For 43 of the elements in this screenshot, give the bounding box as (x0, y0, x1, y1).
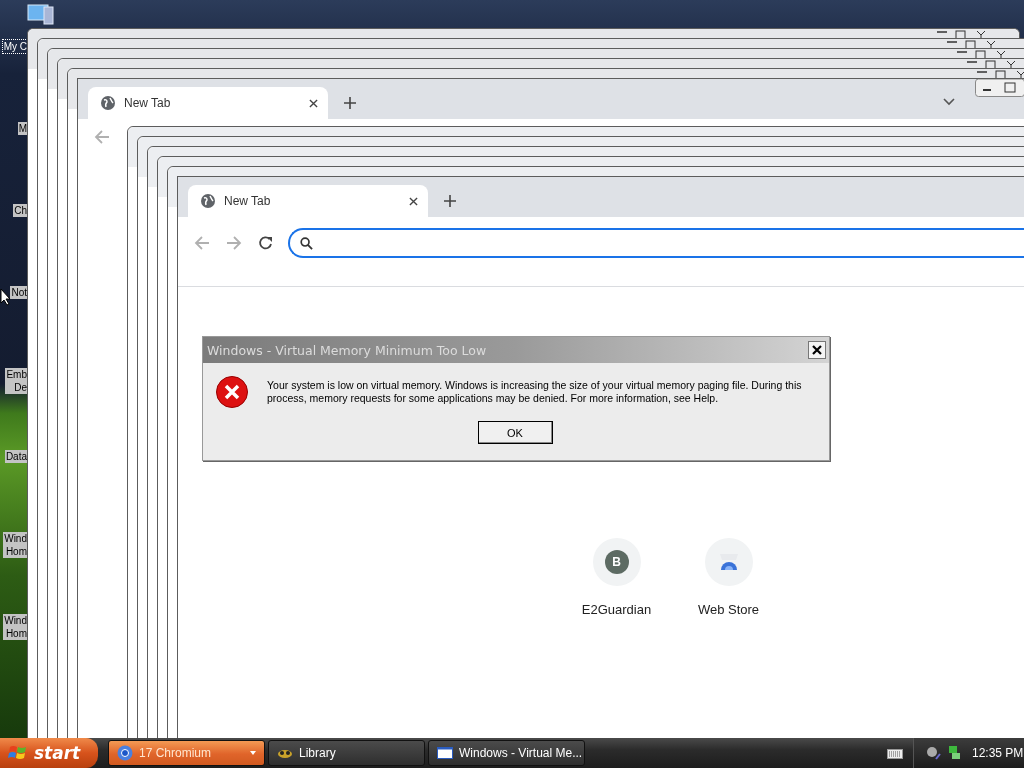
plus-icon[interactable] (344, 97, 356, 109)
network-icon[interactable] (946, 745, 962, 761)
browser-icon (117, 745, 133, 761)
taskbar-button[interactable]: Windows - Virtual Me... (428, 740, 585, 766)
close-icon[interactable] (409, 196, 418, 206)
clock[interactable]: 12:35 PM (972, 746, 1024, 760)
desktop-icon-label[interactable]: Wind Hom (3, 614, 27, 640)
cursor-icon (0, 288, 12, 306)
close-icon[interactable] (309, 98, 318, 108)
desktop-icon-label[interactable]: My C (2, 40, 27, 53)
tab-title: New Tab (224, 194, 272, 208)
close-icon[interactable] (808, 341, 826, 359)
address-field[interactable] (288, 228, 1024, 258)
error-icon (215, 375, 249, 409)
tab-title: New Tab (124, 96, 172, 110)
computer-icon[interactable] (24, 3, 56, 25)
dropdown-arrow-icon (250, 751, 256, 755)
desktop-icon-label[interactable]: M (17, 122, 27, 135)
globe-icon (100, 95, 116, 111)
shortcut-label[interactable]: E2Guardian (581, 602, 652, 617)
ok-button[interactable]: OK (477, 421, 553, 444)
globe-icon (200, 193, 216, 209)
store-icon[interactable] (717, 552, 740, 572)
desktop-icon-label[interactable]: Not (10, 286, 27, 299)
taskbar-button[interactable]: Library (268, 740, 425, 766)
desktop-icon-label[interactable]: Ch (13, 204, 27, 217)
search-icon (300, 236, 313, 250)
start-button[interactable]: start (0, 738, 98, 768)
desktop-icon-label[interactable]: Emb De (5, 368, 27, 394)
plus-icon[interactable] (444, 195, 456, 207)
shortcut-label[interactable]: Web Store (697, 602, 760, 617)
window-icon (437, 745, 453, 761)
desktop-icon-label[interactable]: Wind Hom (3, 532, 27, 558)
browser-tab[interactable]: New Tab (88, 87, 328, 119)
chevron-icon[interactable] (943, 98, 955, 106)
speaker-icon[interactable] (926, 745, 942, 761)
browser-tab[interactable]: New Tab (188, 185, 428, 217)
dialog-title: Windows - Virtual Memory Minimum Too Low (207, 342, 487, 358)
shortcut-letter-icon[interactable]: B (604, 550, 629, 574)
desktop-icon-label[interactable]: Data (4, 450, 27, 463)
dialog-message: Your system is low on virtual memory. Windows is increasing the size of your virtual memory paging file. During this process, memory requests for some applications may be denied. For more information, see Help. (267, 379, 803, 405)
reload-icon[interactable] (258, 235, 274, 251)
keyboard-icon[interactable] (887, 747, 903, 759)
